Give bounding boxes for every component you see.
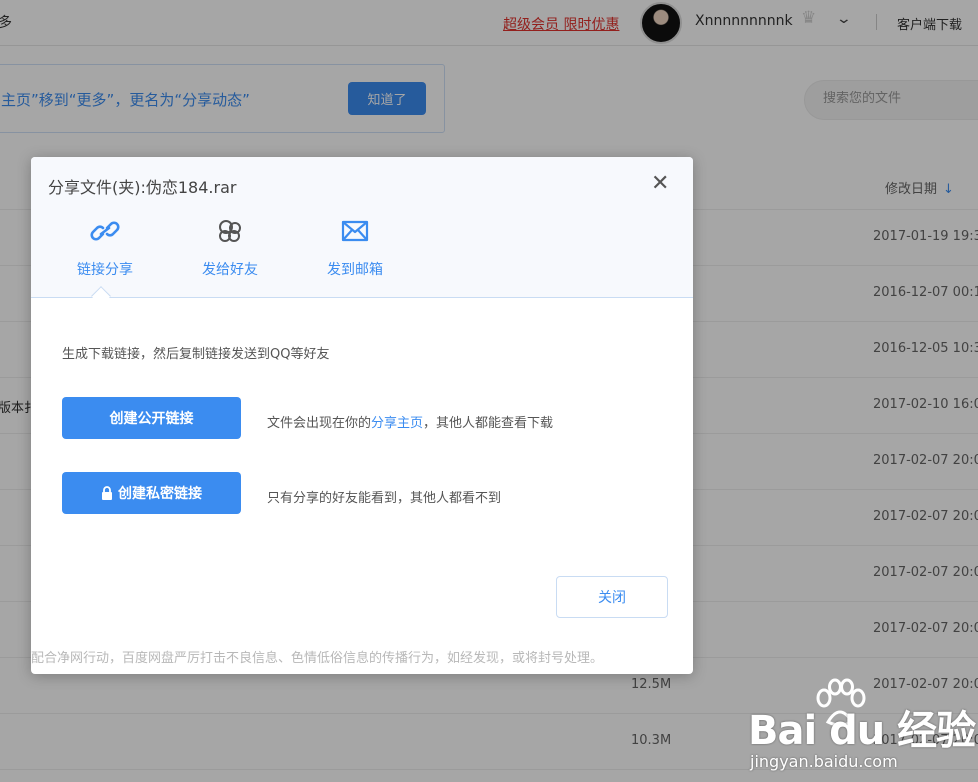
watermark-brand: Bai du 经验 — [748, 708, 976, 754]
tab-link-share[interactable]: 链接分享 — [50, 217, 160, 279]
friends-icon — [219, 220, 241, 242]
policy-notice: 配合净网行动，百度网盘严厉打击不良信息、色情低俗信息的传播行为，如经发现，或将封… — [31, 651, 604, 666]
close-button[interactable]: 关闭 — [556, 576, 668, 618]
tab-label: 链接分享 — [77, 262, 133, 278]
private-link-note: 只有分享的好友能看到，其他人都看不到 — [267, 491, 502, 506]
tab-send-email[interactable]: 发到邮箱 — [300, 217, 410, 279]
share-description: 生成下载链接，然后复制链接发送到QQ等好友 — [62, 347, 330, 362]
tab-label: 发到邮箱 — [327, 262, 383, 278]
dialog-title: 分享文件(夹):伪恋184.rar — [48, 178, 237, 197]
button-label: 创建私密链接 — [118, 486, 202, 502]
share-dialog: 分享文件(夹):伪恋184.rar ✕ 链接分享 发给好友 发到邮箱 生成下载链… — [31, 157, 693, 674]
lock-icon — [102, 486, 112, 500]
tab-send-friends[interactable]: 发给好友 — [175, 217, 285, 279]
mail-icon — [341, 220, 369, 242]
baidu-jingyan-watermark: Bai du 经验 jingyan.baidu.com — [748, 676, 976, 776]
note-text: 文件会出现在你的 — [267, 416, 372, 431]
create-public-link-button[interactable]: 创建公开链接 — [62, 397, 241, 439]
watermark-url: jingyan.baidu.com — [750, 752, 898, 771]
note-text: ，其他人都能查看下载 — [423, 416, 554, 431]
public-link-note: 文件会出现在你的分享主页，其他人都能查看下载 — [267, 412, 553, 431]
create-private-link-button[interactable]: 创建私密链接 — [62, 472, 241, 514]
link-icon — [90, 221, 120, 241]
close-icon[interactable]: ✕ — [651, 173, 669, 195]
share-homepage-link[interactable]: 分享主页 — [371, 416, 423, 431]
button-label: 创建公开链接 — [109, 411, 194, 427]
dialog-header: 分享文件(夹):伪恋184.rar ✕ 链接分享 发给好友 发到邮箱 — [31, 157, 693, 298]
tab-label: 发给好友 — [202, 262, 258, 278]
